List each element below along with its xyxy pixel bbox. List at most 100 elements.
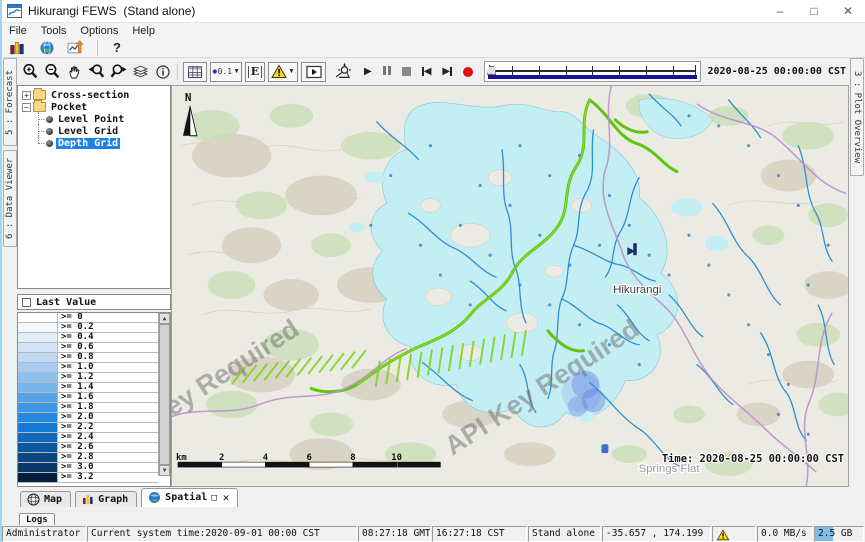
plot-arrow-icon [67,39,84,56]
node-bullet-icon [46,116,53,123]
last-value-checkbox[interactable] [22,298,31,307]
tree-item[interactable]: +Cross-section [20,89,170,101]
legend-swatch [18,353,58,362]
map-toolbar: 0.1 ▼ E ▼ [17,58,849,85]
profile-button[interactable]: E [245,62,265,82]
minimize-button[interactable]: – [763,0,797,22]
application-window: Hikurangi FEWS (Stand alone) – □ ✕ File … [0,0,865,542]
step-back-button[interactable]: ◀ [422,67,432,77]
grid-display-button[interactable] [183,62,207,82]
tab-spatial[interactable]: Spatial □ ✕ [141,488,238,507]
movie-recorder-button[interactable] [334,61,355,82]
tree-item[interactable]: Level Point [33,113,170,125]
info-button[interactable] [152,61,173,82]
zoom-next-icon [110,63,127,80]
legend-swatch [18,393,58,402]
legend-swatch [18,413,58,422]
menu-tools[interactable]: Tools [34,25,74,37]
tree-item-label: Level Point [56,114,126,125]
map-canvas[interactable]: API Key Required API Key Required Hikura… [172,86,848,486]
main-toolbar: ? [2,38,865,58]
tree-item-label: Pocket [49,102,89,113]
legend-value-label: >= 2.6 [58,443,97,452]
tab-maximize-icon[interactable]: □ [211,493,216,503]
help-button[interactable]: ? [109,40,125,55]
scroll-down-icon[interactable]: ▼ [159,465,170,476]
thresholds-button[interactable]: ▼ [268,62,298,82]
data-viewer-button[interactable] [7,37,28,58]
tree-connector [33,113,45,125]
zoom-out-button[interactable] [42,61,63,82]
globe-icon [39,40,55,56]
title-bar: Hikurangi FEWS (Stand alone) – □ ✕ [2,0,865,23]
status-memory: 2.5 GB [814,526,864,542]
legend-value-label: >= 1.2 [58,373,97,382]
tree-item[interactable]: Level Grid [33,125,170,137]
left-tab-strip: 5 : Forecast 6 : Data Viewer [2,58,17,486]
record-button[interactable] [463,67,473,77]
legend-swatch [18,373,58,382]
menu-help[interactable]: Help [125,25,162,37]
tree-item[interactable]: − Pocket [20,101,170,113]
scale-tick-label: 2 [219,453,224,463]
app-logo-icon [7,4,22,18]
tab-plot-overview[interactable]: 3 : Plot Overview [850,58,864,176]
legend-header: Last Value [17,294,171,310]
tab-map[interactable]: Map [20,491,71,507]
maximize-button[interactable]: □ [797,0,831,22]
pan-button[interactable] [64,61,85,82]
zoom-in-button[interactable] [20,61,41,82]
map-view[interactable]: API Key Required API Key Required Hikura… [171,85,849,487]
status-data-rate: 0.0 MB/s [757,526,813,542]
tree-expander[interactable]: − [22,103,31,112]
timeline-slider[interactable] [484,61,700,82]
tab-data-viewer[interactable]: 6 : Data Viewer [3,150,17,247]
play-button[interactable]: ▶ [364,67,372,77]
folder-icon [33,90,46,100]
status-warning-cell[interactable] [712,526,756,542]
legend-value-label: >= 1.8 [58,403,97,412]
profile-label: E [248,66,262,78]
tab-graph[interactable]: Graph [75,491,137,507]
graph-bars-icon [82,493,94,505]
menu-file[interactable]: File [2,25,34,37]
legend-row[interactable]: >= 3.2 [18,473,158,483]
town-label: Hikurangi [613,284,661,296]
tab-forecast[interactable]: 5 : Forecast [3,58,17,146]
menu-options[interactable]: Options [73,25,125,37]
tree-connector [33,137,45,149]
scroll-thumb[interactable] [159,324,170,465]
contour-interval-button[interactable]: 0.1 ▼ [210,62,242,82]
scroll-up-icon[interactable]: ▲ [159,313,170,324]
logs-row: Logs [2,507,865,525]
tab-map-label: Map [44,494,62,505]
zoom-in-icon [22,63,39,80]
tab-close-icon[interactable]: ✕ [223,491,230,504]
plot-export-button[interactable] [65,37,86,58]
tree-connector [33,125,45,137]
stop-button[interactable] [402,67,411,76]
tree-item[interactable]: Depth Grid [33,137,170,149]
layers-button[interactable] [130,61,151,82]
legend-swatch [18,433,58,442]
spatial-display-button[interactable] [36,37,57,58]
pause-button[interactable] [383,66,391,78]
legend-swatch [18,423,58,432]
bottom-tab-bar: Map Graph Spatial □ ✕ [2,487,865,507]
step-forward-button[interactable]: ▶ [442,67,452,77]
animation-panel-button[interactable] [301,62,326,82]
tab-graph-label: Graph [98,494,128,505]
close-button[interactable]: ✕ [831,0,865,22]
zoom-next-button[interactable] [108,61,129,82]
legend-scrollbar[interactable]: ▲ ▼ [158,313,170,476]
zoom-previous-button[interactable] [86,61,107,82]
node-bullet-icon [46,140,53,147]
tree-expander[interactable]: + [22,91,31,100]
map-globe-icon [27,493,40,506]
status-mode: Stand alone [528,526,601,542]
chevron-down-icon: ▼ [233,68,240,75]
tab-spatial-label: Spatial [165,492,207,503]
scale-tick-label: 8 [350,453,355,463]
chevron-down-icon: ▼ [288,68,295,75]
legend-swatch [18,313,58,322]
